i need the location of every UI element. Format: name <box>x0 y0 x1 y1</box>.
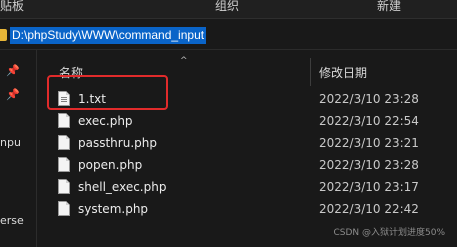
file-row[interactable]: popen.php 2022/3/10 23:28 <box>38 154 457 176</box>
red-highlight-box <box>47 75 168 110</box>
php-file-icon <box>58 135 70 150</box>
ribbon-group-organize[interactable]: 组织 <box>215 0 239 14</box>
file-row[interactable]: system.php 2022/3/10 22:42 <box>38 198 457 220</box>
watermark: CSDN @入狱计划进度50% <box>333 228 445 238</box>
pin-icon[interactable]: 📌 <box>6 64 20 77</box>
file-modified-date: 2022/3/10 23:28 <box>319 158 419 172</box>
ribbon-toolbar: 贴板 组织 新建 <box>0 0 457 19</box>
nav-item-reverse[interactable]: erse <box>0 214 24 227</box>
ribbon-group-new[interactable]: 新建 <box>377 0 401 14</box>
php-file-icon <box>58 113 70 128</box>
file-modified-date: 2022/3/10 22:42 <box>319 202 419 216</box>
file-name[interactable]: system.php <box>78 202 148 216</box>
navigation-pane: 📌 📌 npu erse <box>0 50 37 247</box>
php-file-icon <box>58 179 70 194</box>
sort-up-icon: ^ <box>180 56 188 66</box>
pin-icon[interactable]: 📌 <box>6 88 20 101</box>
file-name[interactable]: exec.php <box>78 114 133 128</box>
file-name[interactable]: passthru.php <box>78 136 157 150</box>
file-modified-date: 2022/3/10 22:54 <box>319 114 419 128</box>
column-divider[interactable] <box>310 58 311 86</box>
file-row[interactable]: passthru.php 2022/3/10 23:21 <box>38 132 457 154</box>
file-modified-date: 2022/3/10 23:28 <box>319 92 419 106</box>
nav-item-command-input[interactable]: npu <box>0 136 21 149</box>
file-modified-date: 2022/3/10 23:21 <box>319 136 419 150</box>
php-file-icon <box>58 201 70 216</box>
address-path-input[interactable]: D:\phpStudy\WWW\command_input <box>10 27 207 44</box>
ribbon-group-clipboard[interactable]: 贴板 <box>0 0 24 14</box>
column-header-modified[interactable]: 修改日期 <box>319 64 367 81</box>
file-modified-date: 2022/3/10 23:17 <box>319 180 419 194</box>
address-bar[interactable]: D:\phpStudy\WWW\command_input <box>0 22 457 50</box>
file-row[interactable]: exec.php 2022/3/10 22:54 <box>38 110 457 132</box>
file-row[interactable]: shell_exec.php 2022/3/10 23:17 <box>38 176 457 198</box>
file-name[interactable]: popen.php <box>78 158 142 172</box>
php-file-icon <box>58 157 70 172</box>
file-name[interactable]: shell_exec.php <box>78 180 166 194</box>
folder-icon <box>0 29 7 41</box>
